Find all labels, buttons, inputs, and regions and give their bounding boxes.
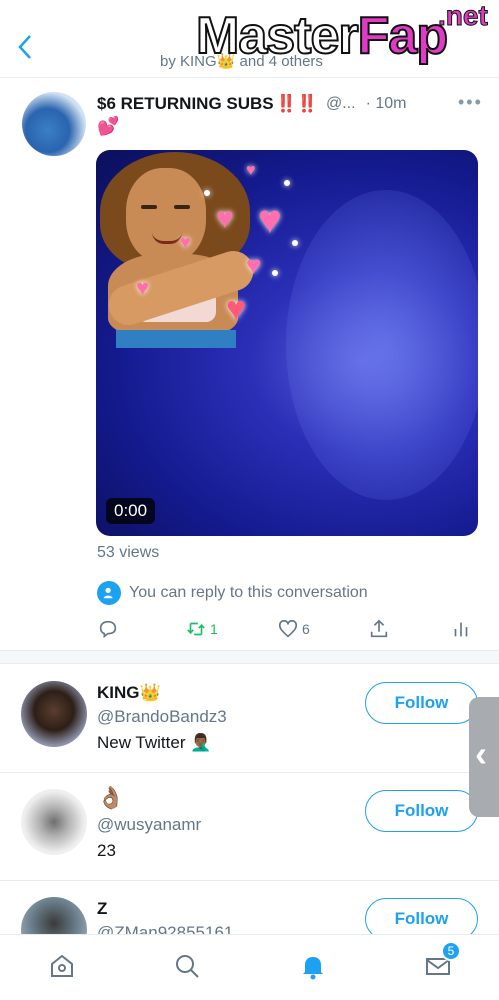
reply-permission-note: You can reply to this conversation	[97, 580, 368, 606]
watermark-main: Master	[195, 6, 360, 66]
heart-sticker-icon: ♥	[226, 290, 247, 328]
user-bio: 23	[97, 841, 116, 860]
user-handle: @wusyanamr	[97, 815, 202, 834]
share-button[interactable]	[368, 616, 390, 642]
user-name: KING👑	[97, 683, 161, 702]
tweet-actions: 1 6	[97, 616, 477, 642]
messages-badge: 5	[441, 941, 461, 961]
follow-button[interactable]: Follow	[365, 790, 478, 832]
video-duration: 0:00	[106, 498, 156, 524]
bitmoji-eye	[141, 205, 157, 209]
side-panel-handle[interactable]: ‹	[469, 697, 499, 817]
like-button[interactable]: 6	[277, 616, 310, 642]
chevron-left-icon: ‹	[475, 733, 487, 774]
watermark-net: .net	[438, 0, 489, 32]
avatar[interactable]	[21, 789, 87, 855]
analytics-button[interactable]	[450, 616, 472, 642]
user-bio: New Twitter 🤦🏾‍♂️	[97, 733, 212, 752]
search-tab[interactable]	[170, 949, 204, 983]
user-handle: @BrandoBandz3	[97, 707, 227, 726]
reply-button[interactable]	[97, 616, 119, 642]
heart-icon	[278, 619, 298, 638]
like-count: 6	[302, 621, 310, 637]
heart-sticker-icon: ♥	[258, 198, 282, 242]
reply-permission-text: You can reply to this conversation	[129, 584, 368, 601]
tweet-emoji-line: 💕	[97, 116, 120, 136]
tweet-emphasis: ‼️‼️	[275, 94, 318, 113]
search-icon	[176, 955, 199, 978]
watermark-logo: MasterFap	[195, 6, 449, 66]
back-arrow-icon[interactable]	[14, 30, 38, 64]
retweet-icon	[187, 622, 205, 636]
watermark-fap: Fap	[357, 6, 449, 66]
tweet-video[interactable]: ♥ ♥ ♥ ♥ ♥ ♥ ♥ 0:00	[96, 150, 478, 536]
heart-sticker-icon: ♥	[180, 232, 191, 252]
home-icon	[51, 954, 73, 977]
more-options-icon[interactable]: •••	[458, 92, 487, 113]
retweet-button[interactable]: 1	[185, 616, 218, 642]
notifications-tab[interactable]	[296, 949, 330, 983]
heart-sticker-icon: ♥	[246, 162, 256, 179]
heart-sticker-icon: ♥	[136, 275, 150, 300]
share-icon	[370, 619, 388, 638]
sparkle-icon	[204, 190, 210, 196]
person-reply-icon	[97, 581, 121, 605]
sparkle-icon	[272, 270, 278, 276]
messages-tab[interactable]: 5	[421, 941, 461, 983]
analytics-icon	[454, 622, 468, 637]
bitmoji-eye	[174, 205, 190, 209]
heart-sticker-icon: ♥	[246, 250, 262, 280]
tweet-handle: @...	[325, 95, 356, 112]
section-divider	[0, 650, 499, 664]
user-row[interactable]: 👌🏽 @wusyanamr 23 Follow	[0, 773, 499, 881]
reply-icon	[99, 620, 117, 638]
follow-button[interactable]: Follow	[365, 682, 478, 724]
user-row[interactable]: Z @ZMan92855161 Follow	[0, 881, 499, 963]
tweet-header: $6 RETURNING SUBS ‼️‼️ @... · 10m	[97, 92, 487, 116]
home-tab[interactable]	[45, 949, 79, 983]
view-count: 53 views	[97, 544, 160, 561]
sparkle-icon	[292, 240, 298, 246]
user-row[interactable]: KING👑 @BrandoBandz3 New Twitter 🤦🏾‍♂️ Fo…	[0, 665, 499, 773]
avatar[interactable]	[21, 681, 87, 747]
tweet-timestamp: · 10m	[365, 95, 407, 112]
bottom-nav: 5	[0, 934, 499, 1000]
bell-icon	[303, 957, 323, 980]
user-name: Z	[97, 899, 108, 918]
user-name: 👌🏽	[97, 785, 125, 810]
bitmoji-skirt	[116, 330, 236, 348]
heart-sticker-icon: ♥	[216, 202, 234, 235]
tweet-author-avatar[interactable]	[22, 92, 86, 156]
bitmoji-face	[126, 168, 206, 263]
top-bar: by KING👑 and 4 others MasterFap .net	[0, 0, 499, 78]
sparkle-icon	[284, 180, 290, 186]
video-glow	[286, 190, 478, 500]
retweet-count: 1	[210, 621, 218, 637]
tweet-title: $6 RETURNING SUBS	[97, 94, 274, 113]
